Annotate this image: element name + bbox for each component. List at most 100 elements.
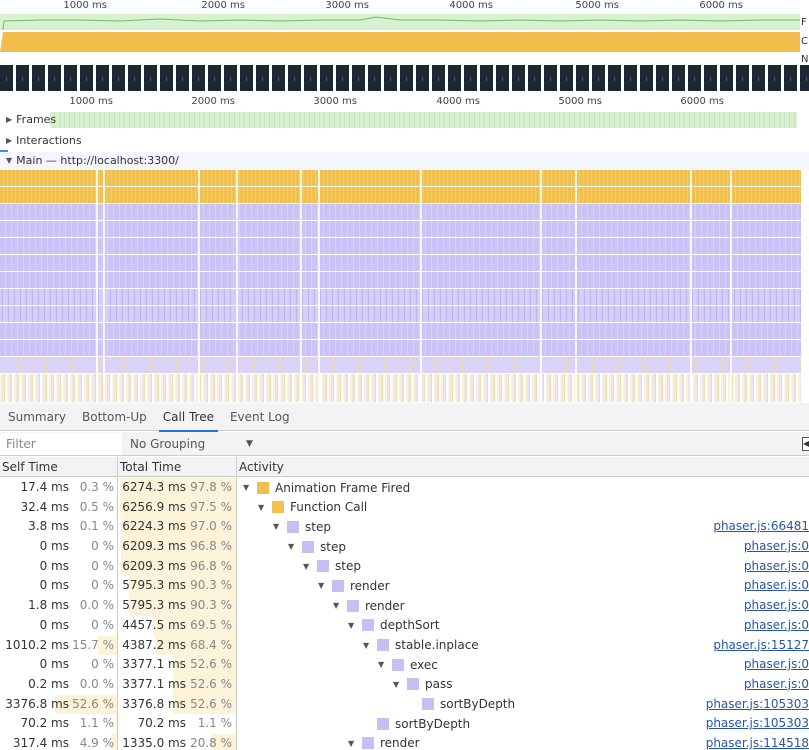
screenshot-thumbnail[interactable] — [416, 65, 429, 91]
expand-triangle-icon[interactable]: ▶ — [6, 115, 12, 124]
call-tree-row[interactable]: 1010.2 ms 15.7 % 4387.2 ms 68.4 % ▼ stable.in… — [0, 635, 809, 656]
screenshot-thumbnail[interactable] — [576, 65, 589, 91]
expand-toggle-icon[interactable]: ▼ — [333, 601, 341, 610]
source-link[interactable]: phaser.js:0 — [744, 557, 809, 576]
screenshot-thumbnail[interactable] — [32, 65, 45, 91]
screenshot-thumbnail[interactable] — [304, 65, 317, 91]
collapse-triangle-icon[interactable]: ▼ — [6, 156, 12, 165]
call-tree-row[interactable]: 3376.8 ms 52.6 % 3376.8 ms 52.6 % sortByDept… — [0, 694, 809, 715]
expand-toggle-icon[interactable]: ▼ — [288, 542, 296, 551]
screenshot-thumbnail[interactable] — [128, 65, 141, 91]
screenshot-thumbnail[interactable] — [640, 65, 653, 91]
tab-bottom-up[interactable]: Bottom-Up — [74, 403, 155, 431]
column-header-self-time[interactable]: Self Time — [0, 457, 118, 477]
screenshot-thumbnail[interactable] — [480, 65, 493, 91]
screenshot-thumbnail[interactable] — [160, 65, 173, 91]
screenshot-thumbnail[interactable] — [528, 65, 541, 91]
flame-lane-misc[interactable] — [0, 389, 801, 402]
source-link[interactable]: phaser.js:105303 — [706, 714, 809, 733]
screenshot-thumbnail[interactable] — [288, 65, 301, 91]
show-heaviest-stack-toggle-icon[interactable]: ◀ — [802, 437, 809, 451]
screenshot-thumbnail[interactable] — [256, 65, 269, 91]
screenshot-thumbnail[interactable] — [672, 65, 685, 91]
screenshot-thumbnail[interactable] — [320, 65, 333, 91]
screenshot-thumbnail[interactable] — [448, 65, 461, 91]
flame-lane-step[interactable] — [0, 204, 801, 220]
expand-toggle-icon[interactable]: ▼ — [348, 739, 356, 748]
screenshot-thumbnail[interactable] — [512, 65, 525, 91]
call-tree-row[interactable]: 0 ms 0 % 5795.3 ms 90.3 % ▼ render phaser.js:0 — [0, 576, 809, 597]
screenshot-thumbnail[interactable] — [384, 65, 397, 91]
flame-lane-render[interactable] — [0, 255, 801, 271]
tab-event-log[interactable]: Event Log — [222, 403, 298, 431]
source-link[interactable]: phaser.js:66481 — [713, 517, 809, 536]
screenshot-thumbnail[interactable] — [48, 65, 61, 91]
screenshot-thumbnail[interactable] — [144, 65, 157, 91]
screenshot-thumbnail[interactable] — [592, 65, 605, 91]
tab-summary[interactable]: Summary — [0, 403, 74, 431]
frames-track[interactable]: ▶ Frames — [0, 110, 809, 130]
source-link[interactable]: phaser.js:15127 — [713, 636, 809, 655]
screenshot-thumbnail[interactable] — [0, 65, 13, 91]
main-track-header[interactable]: ▼ Main — http://localhost:3300/ — [6, 154, 179, 167]
frames-track-header[interactable]: ▶ Frames — [6, 113, 56, 126]
flame-lane-step[interactable] — [0, 238, 801, 254]
expand-toggle-icon[interactable]: ▼ — [243, 483, 251, 492]
source-link[interactable]: phaser.js:105303 — [706, 695, 809, 714]
screenshot-thumbnail[interactable] — [240, 65, 253, 91]
source-link[interactable]: phaser.js:0 — [744, 655, 809, 674]
expand-toggle-icon[interactable]: ▼ — [273, 522, 281, 531]
screenshot-thumbnail[interactable] — [400, 65, 413, 91]
source-link[interactable]: phaser.js:0 — [744, 675, 809, 694]
call-tree-row[interactable]: 0 ms 0 % 6209.3 ms 96.8 % ▼ step phaser.js:0 — [0, 556, 809, 577]
call-tree-row[interactable]: 32.4 ms 0.5 % 6256.9 ms 97.5 % ▼ Function Cal… — [0, 497, 809, 518]
screenshot-thumbnail[interactable] — [560, 65, 573, 91]
grouping-select[interactable]: No Grouping ▼ — [130, 432, 260, 456]
source-link[interactable]: phaser.js:114518 — [706, 734, 809, 750]
screenshot-thumbnail[interactable] — [720, 65, 733, 91]
source-link[interactable]: phaser.js:0 — [744, 596, 809, 615]
flame-lane-depth-sort[interactable] — [0, 289, 801, 305]
call-tree-row[interactable]: 0 ms 0 % 6209.3 ms 96.8 % ▼ step phaser.js:0 — [0, 537, 809, 557]
call-tree-row[interactable]: 1.8 ms 0.0 % 5795.3 ms 90.3 % ▼ render phaser.… — [0, 596, 809, 616]
interactions-track[interactable]: ▶ Interactions — [0, 131, 809, 151]
screenshot-thumbnail[interactable] — [176, 65, 189, 91]
flame-chart[interactable] — [0, 170, 801, 402]
screenshot-thumbnail[interactable] — [736, 65, 749, 91]
tab-call-tree[interactable]: Call Tree — [155, 403, 222, 432]
screenshot-thumbnail[interactable] — [352, 65, 365, 91]
screenshot-thumbnail[interactable] — [608, 65, 621, 91]
call-tree-row[interactable]: 317.4 ms 4.9 % 1335.0 ms 20.8 % ▼ render phase… — [0, 733, 809, 750]
expand-toggle-icon[interactable]: ▼ — [378, 660, 386, 669]
flame-lane-sort-by-depth[interactable] — [0, 357, 801, 373]
flame-lane-misc[interactable] — [0, 374, 801, 390]
screenshot-thumbnail[interactable] — [112, 65, 125, 91]
screenshot-thumbnail[interactable] — [752, 65, 765, 91]
filter-input[interactable] — [0, 433, 122, 455]
screenshot-thumbnail[interactable] — [80, 65, 93, 91]
screenshot-thumbnail[interactable] — [704, 65, 717, 91]
screenshot-thumbnail[interactable] — [16, 65, 29, 91]
expand-toggle-icon[interactable]: ▼ — [303, 562, 311, 571]
screenshot-thumbnail[interactable] — [496, 65, 509, 91]
screenshot-thumbnail[interactable] — [368, 65, 381, 91]
screenshot-thumbnail[interactable] — [336, 65, 349, 91]
screenshot-thumbnail[interactable] — [784, 65, 797, 91]
screenshot-thumbnail[interactable] — [192, 65, 205, 91]
flame-lane-pass[interactable] — [0, 340, 801, 356]
screenshot-thumbnail[interactable] — [208, 65, 221, 91]
call-tree-row[interactable]: 70.2 ms 1.1 % 70.2 ms 1.1 % sortByDepth phase… — [0, 714, 809, 734]
call-tree-row[interactable]: 17.4 ms 0.3 % 6274.3 ms 97.8 % ▼ Animation Fr… — [0, 478, 809, 498]
screenshots-filmstrip[interactable] — [0, 65, 809, 91]
expand-toggle-icon[interactable]: ▼ — [348, 621, 356, 630]
screenshot-thumbnail[interactable] — [464, 65, 477, 91]
source-link[interactable]: phaser.js:0 — [744, 616, 809, 635]
main-thread-header[interactable]: ▼ Main — http://localhost:3300/ — [0, 152, 809, 170]
screenshot-thumbnail[interactable] — [688, 65, 701, 91]
screenshot-thumbnail[interactable] — [800, 65, 809, 91]
flame-lane-exec[interactable] — [0, 323, 801, 339]
flame-lane-animation-frame[interactable] — [0, 170, 801, 186]
flame-lane-step[interactable] — [0, 221, 801, 237]
call-tree-row[interactable]: 3.8 ms 0.1 % 6224.3 ms 97.0 % ▼ step phaser.js… — [0, 517, 809, 538]
expand-toggle-icon[interactable]: ▼ — [258, 503, 266, 512]
